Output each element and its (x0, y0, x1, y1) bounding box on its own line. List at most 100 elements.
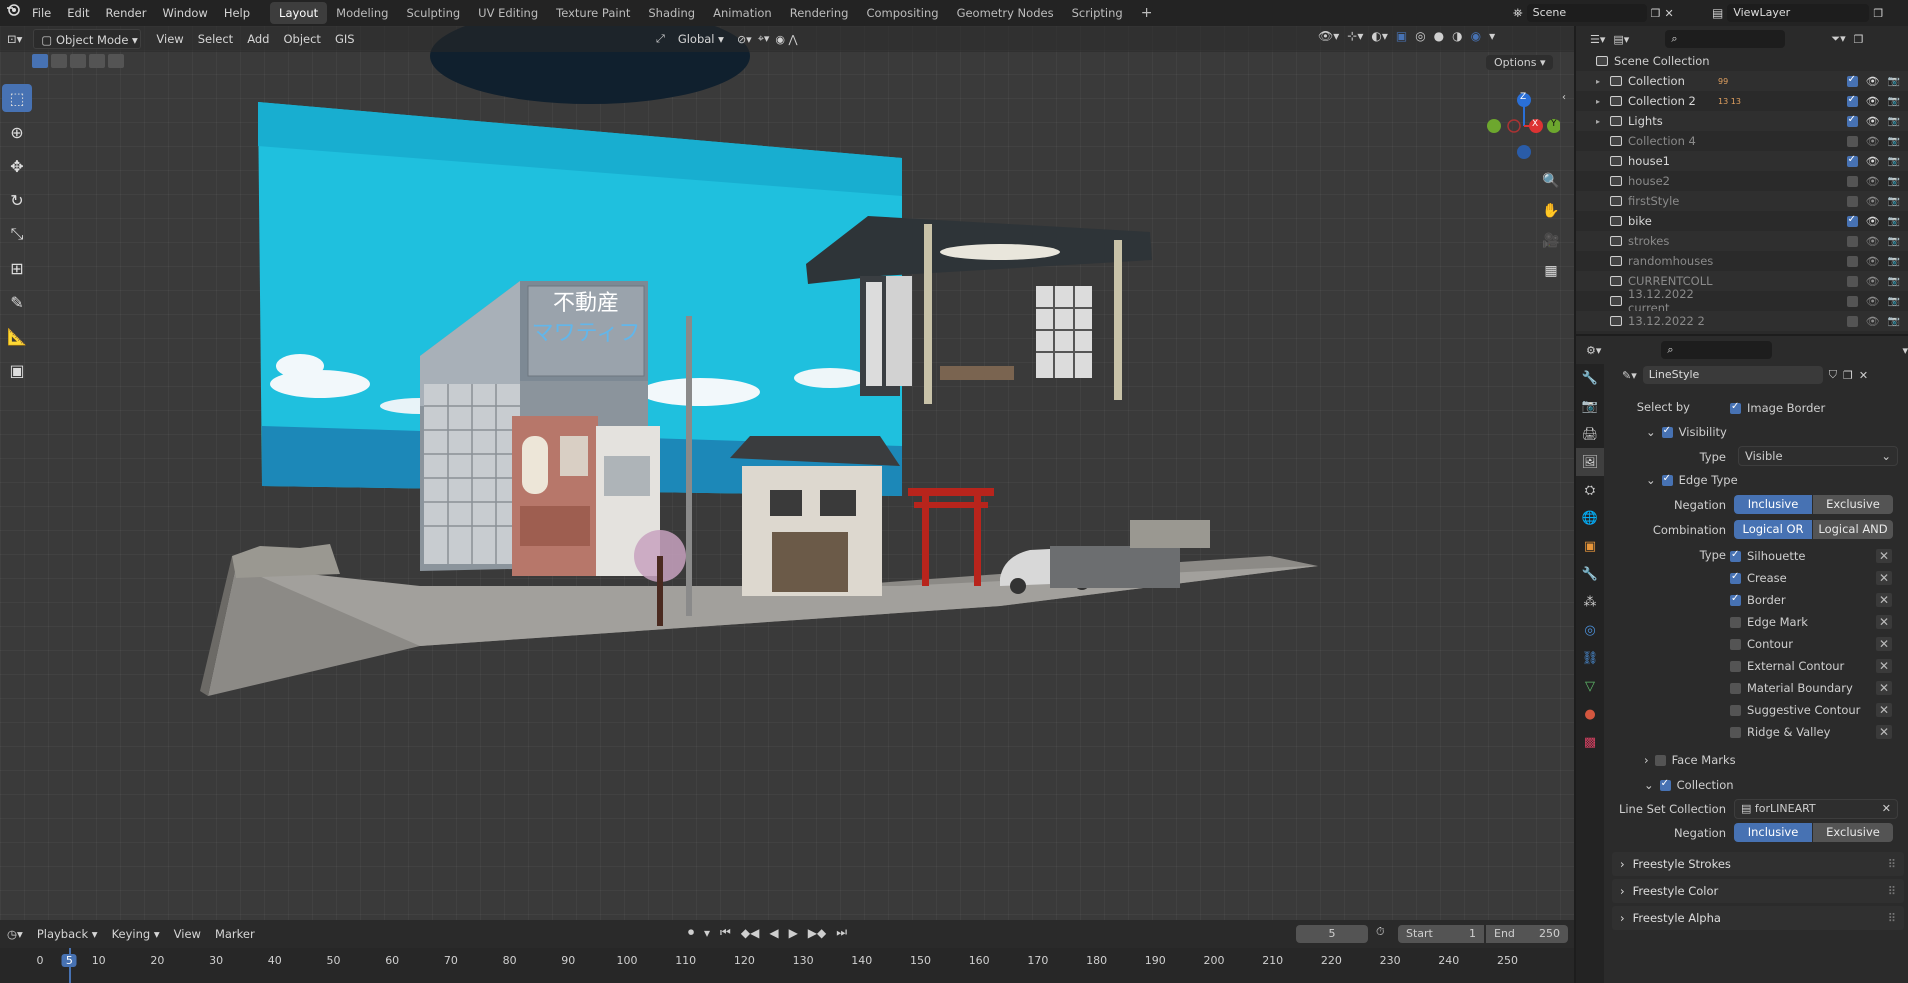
outliner-search-input[interactable]: ⌕ (1665, 30, 1786, 48)
modifier-tab-icon[interactable]: 🔧 (1576, 560, 1604, 588)
camera-icon[interactable]: 🎥 (1538, 228, 1564, 254)
record-icon[interactable]: ⏺ (688, 925, 694, 940)
tab-rendering[interactable]: Rendering (781, 2, 858, 24)
face-marks-checkbox[interactable] (1654, 754, 1666, 766)
drag-handle-icon[interactable]: ⠿ (1888, 911, 1896, 925)
menu-help[interactable]: Help (216, 0, 258, 26)
tab-compositing[interactable]: Compositing (857, 2, 947, 24)
edge-type-option[interactable]: Ridge & Valley ✕ (1730, 722, 1902, 742)
edge-type-option[interactable]: Material Boundary ✕ (1730, 678, 1902, 698)
tab-scripting[interactable]: Scripting (1063, 2, 1132, 24)
render-camera-icon[interactable]: 📷 (1888, 256, 1900, 267)
exclude-edge-icon[interactable]: ✕ (1875, 637, 1892, 651)
display-mode-icon[interactable]: ▤▾ (1613, 33, 1629, 46)
edge-type-option-checkbox[interactable] (1730, 638, 1741, 650)
end-frame-field[interactable]: End 250 (1486, 925, 1568, 943)
new-scene-icon[interactable]: ❐ (1651, 7, 1661, 20)
eye-icon[interactable]: 👁 (1866, 275, 1880, 288)
logical-and-button[interactable]: Logical AND (1813, 520, 1893, 539)
menu-marker[interactable]: Marker (208, 924, 262, 944)
collection-panel-header[interactable]: ⌄ Collection (1644, 775, 1734, 795)
tab-uv-editing[interactable]: UV Editing (469, 2, 547, 24)
collection-exclusive-button[interactable]: Exclusive (1813, 823, 1893, 842)
tab-animation[interactable]: Animation (704, 2, 781, 24)
exclude-edge-icon[interactable]: ✕ (1875, 593, 1892, 607)
menu-gis[interactable]: GIS (328, 29, 362, 49)
select-new-icon[interactable] (32, 54, 48, 68)
outliner-row[interactable]: house2 👁 📷 (1576, 171, 1908, 191)
outliner-row[interactable]: CURRENTCOLL 👁 📷 (1576, 271, 1908, 291)
exclude-edge-icon[interactable]: ✕ (1875, 681, 1892, 695)
edge-type-option[interactable]: Edge Mark ✕ (1730, 612, 1902, 632)
exclude-checkbox[interactable] (1846, 135, 1858, 147)
image-border-checkbox[interactable] (1730, 401, 1741, 414)
expand-arrow-icon[interactable]: ▸ (1576, 77, 1606, 86)
wireframe-shading-icon[interactable]: ◎ (1415, 29, 1425, 43)
edge-type-option[interactable]: Crease ✕ (1730, 568, 1902, 588)
outliner-row[interactable]: ▸ Collection 99 👁 📷 (1576, 71, 1908, 91)
edge-type-option-checkbox[interactable] (1730, 593, 1741, 606)
edge-type-option[interactable]: External Contour ✕ (1730, 656, 1902, 676)
tab-modeling[interactable]: Modeling (327, 2, 397, 24)
menu-edit[interactable]: Edit (59, 0, 97, 26)
exclude-checkbox[interactable] (1846, 315, 1858, 327)
collection-inclusive-button[interactable]: Inclusive (1734, 823, 1812, 842)
drag-handle-icon[interactable]: ⠿ (1888, 857, 1896, 871)
menu-window[interactable]: Window (154, 0, 215, 26)
mode-dropdown[interactable]: ▢ Object Mode ▾ (33, 29, 142, 49)
render-camera-icon[interactable]: 📷 (1888, 316, 1900, 327)
exclude-edge-icon[interactable]: ✕ (1875, 659, 1892, 673)
face-marks-panel-header[interactable]: › Face Marks (1644, 750, 1736, 770)
eye-icon[interactable]: 👁 (1866, 75, 1880, 88)
render-camera-icon[interactable]: 📷 (1888, 96, 1900, 107)
current-frame-field[interactable]: 5 (1296, 925, 1368, 943)
edge-type-option-checkbox[interactable] (1730, 660, 1741, 672)
gizmo-toggle-icon[interactable]: ⊹▾ (1347, 29, 1363, 43)
outliner-row[interactable]: bike 👁 📷 (1576, 211, 1908, 231)
outliner-row[interactable]: strokes 👁 📷 (1576, 231, 1908, 251)
visibility-type-dropdown[interactable]: Visible ⌄ (1738, 446, 1898, 466)
move-tool[interactable]: ✥ (2, 152, 32, 180)
outliner-editor-icon[interactable]: ☰▾ (1590, 33, 1605, 46)
exclude-checkbox[interactable] (1846, 154, 1858, 167)
blender-logo-icon[interactable] (0, 0, 24, 26)
render-camera-icon[interactable]: 📷 (1888, 276, 1900, 287)
linestyle-field[interactable]: LineStyle (1642, 366, 1823, 384)
start-frame-field[interactable]: Start 1 (1398, 925, 1484, 943)
linestyle-icon[interactable]: ✎▾ (1622, 369, 1637, 382)
freestyle-panel-header[interactable]: › Freestyle Color ⠿ (1612, 879, 1904, 903)
properties-editor-icon[interactable]: ⚙▾ (1586, 344, 1601, 357)
clear-collection-icon[interactable]: ✕ (1882, 800, 1891, 818)
properties-search-input[interactable]: ⌕ (1661, 341, 1773, 359)
outliner-row[interactable]: house1 👁 📷 (1576, 151, 1908, 171)
play-icon[interactable]: ▶ (789, 926, 798, 940)
tool-tab-icon[interactable]: 🔧 (1576, 364, 1604, 392)
view-layer-tab-icon[interactable]: 🖼 (1576, 448, 1604, 476)
visibility-icon[interactable]: 👁▾ (1318, 29, 1339, 43)
outliner-root[interactable]: Scene Collection (1576, 51, 1908, 71)
exclude-edge-icon[interactable]: ✕ (1875, 615, 1892, 629)
proportional-edit-icon[interactable]: ◉ ⋀ (775, 33, 797, 46)
outliner-row[interactable]: ▸ Lights 👁 📷 (1576, 111, 1908, 131)
menu-file[interactable]: File (24, 0, 59, 26)
jump-end-icon[interactable]: ⏭ (836, 925, 847, 940)
rendered-shading-icon[interactable]: ◉ (1471, 29, 1481, 43)
orientation-dropdown[interactable]: Global ▾ (671, 29, 731, 49)
sidebar-toggle-icon[interactable]: ‹ (1562, 92, 1566, 103)
render-camera-icon[interactable]: 📷 (1888, 196, 1900, 207)
eye-icon[interactable]: 👁 (1866, 315, 1880, 328)
edge-type-option[interactable]: Silhouette ✕ (1730, 546, 1902, 566)
unlink-linestyle-icon[interactable]: ✕ (1859, 369, 1868, 382)
grid-perspective-icon[interactable]: ▦ (1538, 258, 1564, 284)
render-camera-icon[interactable]: 📷 (1888, 156, 1900, 167)
outliner-row[interactable]: 13.12.2022 current 👁 📷 (1576, 287, 1908, 315)
eye-icon[interactable]: 👁 (1866, 175, 1880, 188)
scale-tool[interactable]: ⤡ (2, 220, 32, 248)
render-camera-icon[interactable]: 📷 (1888, 176, 1900, 187)
navigation-gizmo[interactable]: Z X Y (1480, 86, 1561, 166)
eye-icon[interactable]: 👁 (1866, 115, 1880, 128)
material-tab-icon[interactable]: ● (1576, 700, 1604, 728)
exclude-edge-icon[interactable]: ✕ (1875, 703, 1892, 717)
scene-field[interactable]: Scene (1526, 4, 1647, 22)
render-camera-icon[interactable]: 📷 (1888, 296, 1900, 307)
